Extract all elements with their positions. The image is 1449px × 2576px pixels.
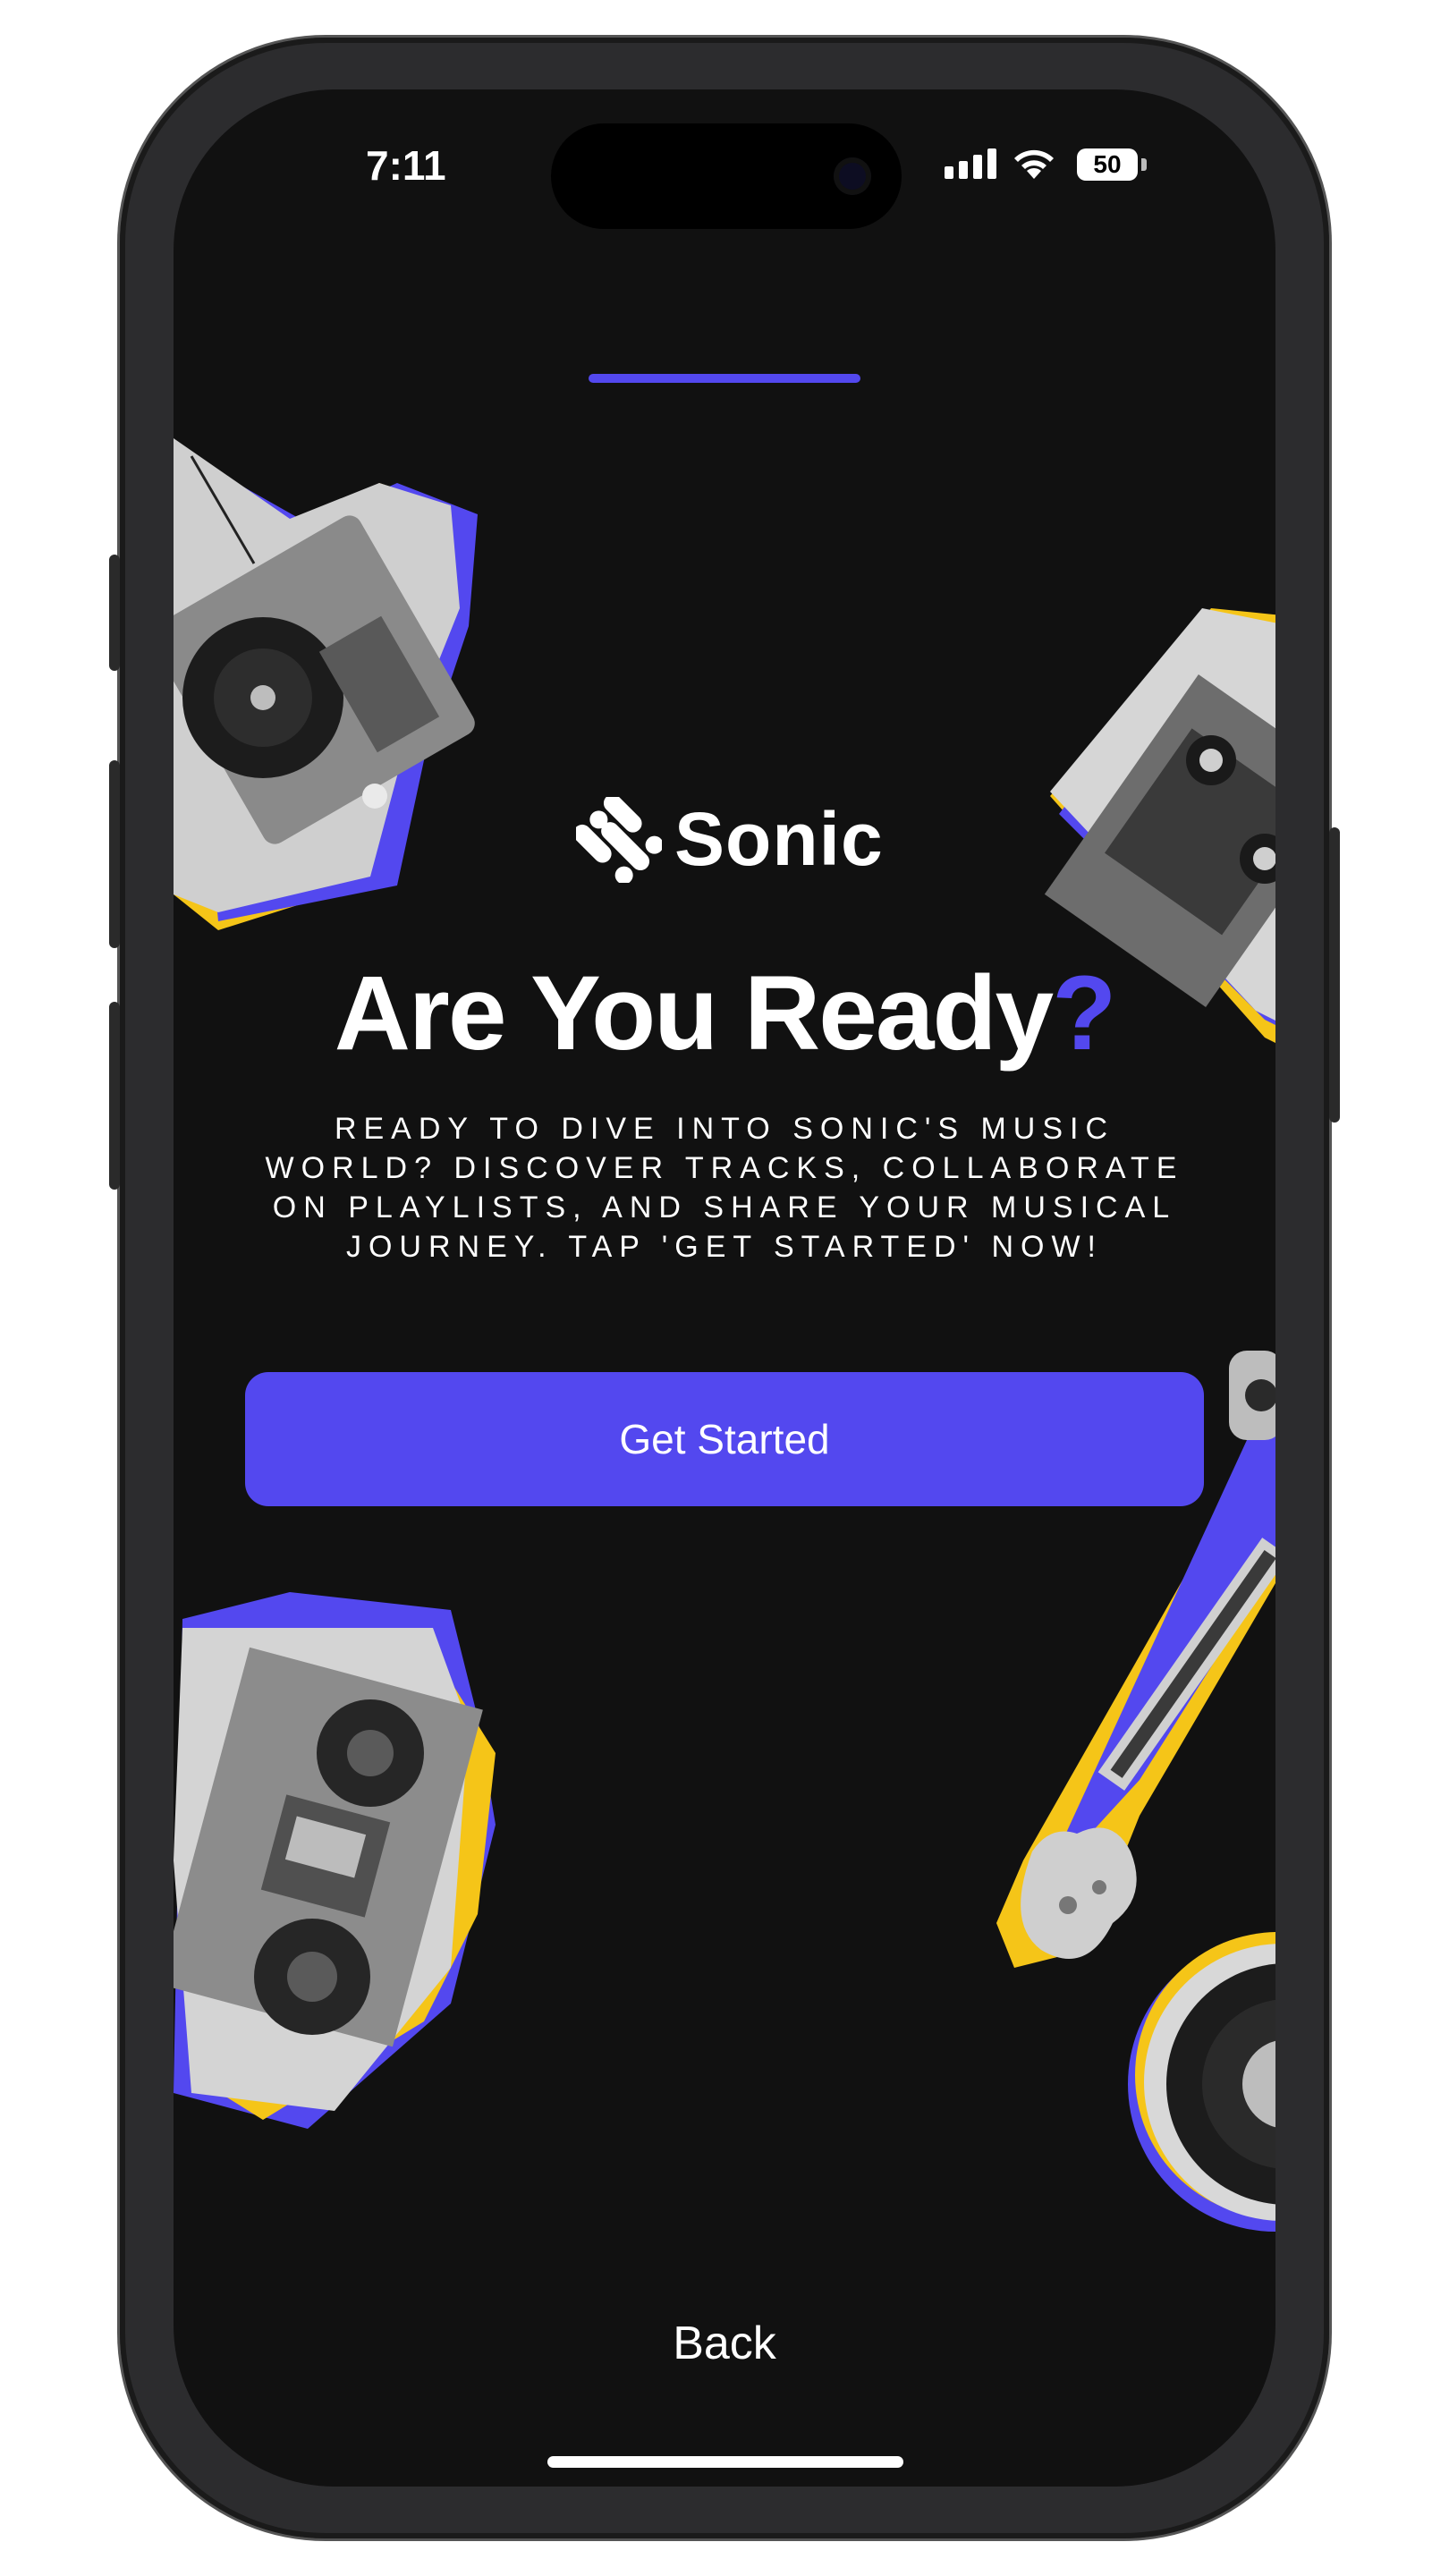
brand-name: Sonic <box>674 797 884 881</box>
volume-down-button <box>109 1002 120 1190</box>
cellular-signal-icon <box>945 143 996 179</box>
battery-tip <box>1141 158 1147 171</box>
volume-up-button <box>109 760 120 948</box>
sonic-logo: Sonic <box>576 796 884 883</box>
status-time: 7:11 <box>366 142 446 189</box>
back-button[interactable]: Back <box>174 2317 1275 2370</box>
status-bar: 7:11 50 <box>174 89 1275 250</box>
wifi-icon <box>1014 149 1054 179</box>
battery-icon: 50 <box>1077 148 1138 181</box>
boombox-sticker <box>174 1592 496 2129</box>
silent-switch <box>109 555 120 671</box>
headline-question-mark: ? <box>1052 954 1116 1072</box>
guitar-sticker <box>996 1351 1275 1968</box>
vinyl-record-sticker <box>1128 1932 1275 2232</box>
page-title: Are You Ready? <box>174 953 1275 1074</box>
sonic-logo-icon <box>576 796 662 883</box>
power-button <box>1329 827 1340 1123</box>
home-indicator <box>547 2456 903 2468</box>
front-camera-icon <box>834 157 871 195</box>
headline-text: Are You Ready <box>334 954 1054 1072</box>
turntable-sticker <box>174 438 478 930</box>
onboarding-progress-bar <box>589 374 860 383</box>
app-screen: 7:11 50 Sonic Are You Ready? READY TO DI… <box>174 89 1275 2487</box>
dynamic-island <box>551 123 902 229</box>
onboarding-description: READY TO DIVE INTO SONIC'S MUSIC WORLD? … <box>265 1112 1184 1264</box>
